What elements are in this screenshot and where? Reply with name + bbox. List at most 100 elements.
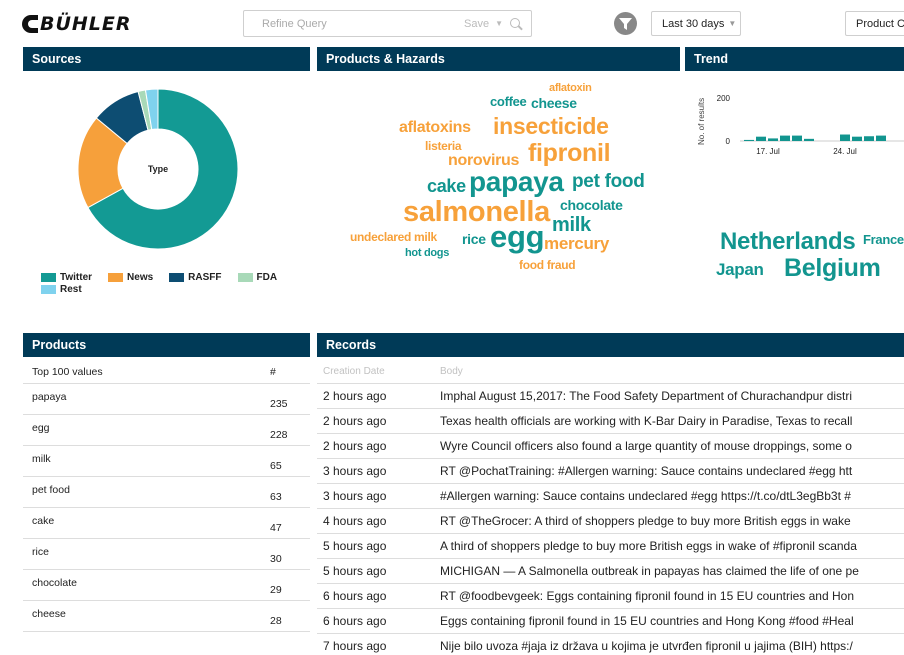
table-row[interactable]: 2 hours ago Imphal August 15,2017: The Fo… — [317, 384, 904, 409]
word-aflatoxin[interactable]: aflatoxin — [549, 83, 592, 94]
trend-bar[interactable] — [768, 138, 778, 141]
x-tick-label: 17. Jul — [756, 147, 780, 156]
product-name: papaya — [32, 391, 67, 403]
word-egg[interactable]: egg — [490, 221, 545, 252]
product-count: 65 — [270, 460, 282, 472]
legend-item-rasff[interactable]: RASFF — [169, 272, 222, 283]
word-mercury[interactable]: mercury — [544, 235, 609, 252]
product-name: rice — [32, 546, 49, 558]
chevron-down-icon: ▼ — [728, 19, 737, 28]
word-cheese[interactable]: cheese — [531, 96, 577, 110]
legend-item-twitter[interactable]: Twitter — [41, 272, 92, 283]
record-date: 3 hours ago — [323, 464, 387, 478]
sources-panel-header: Sources — [23, 47, 310, 71]
record-body: RT @PochatTraining: #Allergen warning: S… — [440, 464, 853, 478]
table-row[interactable]: rice 30 — [23, 539, 310, 570]
record-date: 7 hours ago — [323, 639, 387, 653]
save-query-button[interactable]: Save — [464, 18, 489, 30]
table-row[interactable]: milk 65 — [23, 446, 310, 477]
products-table: Top 100 values # papaya 235 egg 228 milk 65 pe… — [23, 360, 310, 632]
table-row[interactable]: 6 hours ago RT @foodbevgeek: Eggs contain… — [317, 584, 904, 609]
word-undeclared-milk[interactable]: undeclared milk — [350, 231, 437, 243]
table-row[interactable]: papaya 235 — [23, 384, 310, 415]
trend-bar[interactable] — [780, 135, 790, 141]
trend-bar[interactable] — [864, 136, 874, 141]
products-panel-header: Products — [23, 333, 310, 357]
table-row[interactable]: chocolate 29 — [23, 570, 310, 601]
record-date: 5 hours ago — [323, 539, 387, 553]
word-belgium[interactable]: Belgium — [784, 256, 881, 281]
legend-item-rest[interactable]: Rest — [41, 284, 82, 295]
word-hot-dogs[interactable]: hot dogs — [405, 248, 449, 259]
word-coffee[interactable]: coffee — [490, 95, 527, 108]
word-japan[interactable]: Japan — [716, 261, 764, 278]
table-row[interactable]: egg 228 — [23, 415, 310, 446]
product-count: 235 — [270, 398, 288, 410]
table-row[interactable]: 3 hours ago #Allergen warning: Sauce cont… — [317, 484, 904, 509]
word-papaya[interactable]: papaya — [469, 168, 564, 196]
col-creation-date[interactable]: Creation Date — [317, 366, 440, 377]
legend-item-fda[interactable]: FDA — [237, 272, 277, 283]
filter-button[interactable] — [614, 12, 637, 35]
word-pet-food[interactable]: pet food — [572, 172, 645, 191]
word-rice[interactable]: rice — [462, 232, 486, 246]
word-food-fraud[interactable]: food fraud — [519, 259, 576, 271]
table-row[interactable]: pet food 63 — [23, 477, 310, 508]
trend-bar[interactable] — [852, 136, 862, 141]
trend-bar-chart[interactable]: 0 200 17. Jul 24. Jul — [685, 72, 904, 162]
table-row[interactable]: 2 hours ago Texas health officials are wo… — [317, 409, 904, 434]
record-body: Imphal August 15,2017: The Food Safety D… — [440, 389, 853, 403]
search-placeholder: Refine Query — [262, 17, 327, 30]
trend-bar[interactable] — [804, 138, 814, 141]
date-range-value: Last 30 days — [662, 17, 725, 30]
buhler-logo[interactable]: BÜHLER — [22, 13, 132, 35]
table-row[interactable]: 3 hours ago RT @PochatTraining: #Allergen… — [317, 459, 904, 484]
word-milk[interactable]: milk — [552, 215, 591, 235]
funnel-icon — [619, 18, 632, 30]
logo-mark-icon — [22, 15, 38, 33]
table-row[interactable]: cake 47 — [23, 508, 310, 539]
table-row[interactable]: 4 hours ago RT @TheGrocer: A third of sho… — [317, 509, 904, 534]
record-date: 3 hours ago — [323, 489, 387, 503]
record-body: #Allergen warning: Sauce contains undecl… — [440, 489, 851, 503]
trend-bar[interactable] — [840, 134, 850, 141]
trend-bar[interactable] — [756, 136, 766, 141]
word-cake[interactable]: cake — [427, 177, 466, 195]
word-france[interactable]: France — [863, 233, 904, 246]
table-row[interactable]: 2 hours ago Wyre Council officers also fo… — [317, 434, 904, 459]
donut-center-label: Type — [147, 164, 169, 174]
record-body: RT @TheGrocer: A third of shoppers pledg… — [440, 514, 851, 528]
trend-bar[interactable] — [792, 135, 802, 141]
word-insecticide[interactable]: insecticide — [493, 115, 609, 138]
record-date: 2 hours ago — [323, 439, 387, 453]
search-icon[interactable] — [509, 17, 523, 31]
product-filter-dropdown[interactable]: Product C — [845, 11, 904, 36]
table-row[interactable]: 5 hours ago MICHIGAN — A Salmonella outbr… — [317, 559, 904, 584]
refine-query-input[interactable]: Refine Query Save ▼ — [243, 10, 532, 37]
table-row[interactable]: 7 hours ago Nije bilo uvoza #jaja iz drža… — [317, 634, 904, 655]
trend-bar[interactable] — [744, 139, 754, 141]
table-row[interactable]: cheese 28 — [23, 601, 310, 632]
table-row[interactable]: 6 hours ago Eggs containing fipronil foun… — [317, 609, 904, 634]
chevron-down-icon[interactable]: ▼ — [495, 19, 503, 28]
table-row[interactable]: 5 hours ago A third of shoppers pledge to… — [317, 534, 904, 559]
date-range-dropdown[interactable]: Last 30 days ▼ — [651, 11, 741, 36]
trend-bar[interactable] — [876, 135, 886, 141]
word-fipronil[interactable]: fipronil — [528, 141, 611, 166]
record-body: MICHIGAN — A Salmonella outbreak in papa… — [440, 564, 859, 578]
records-panel-header: Records — [317, 333, 904, 357]
col-top-values[interactable]: Top 100 values — [23, 366, 270, 378]
record-date: 4 hours ago — [323, 514, 387, 528]
word-chocolate[interactable]: chocolate — [560, 198, 623, 212]
legend-item-news[interactable]: News — [108, 272, 153, 283]
records-table-header: Creation Date Body — [317, 360, 904, 384]
word-listeria[interactable]: listeria — [425, 140, 462, 152]
col-count[interactable]: # — [270, 366, 310, 378]
col-body[interactable]: Body — [440, 366, 463, 377]
product-name: egg — [32, 422, 50, 434]
product-count: 28 — [270, 615, 282, 627]
record-body: A third of shoppers pledge to buy more B… — [440, 539, 857, 553]
product-name: chocolate — [32, 577, 77, 589]
word-netherlands[interactable]: Netherlands — [720, 230, 856, 254]
word-aflatoxins[interactable]: aflatoxins — [399, 120, 471, 136]
